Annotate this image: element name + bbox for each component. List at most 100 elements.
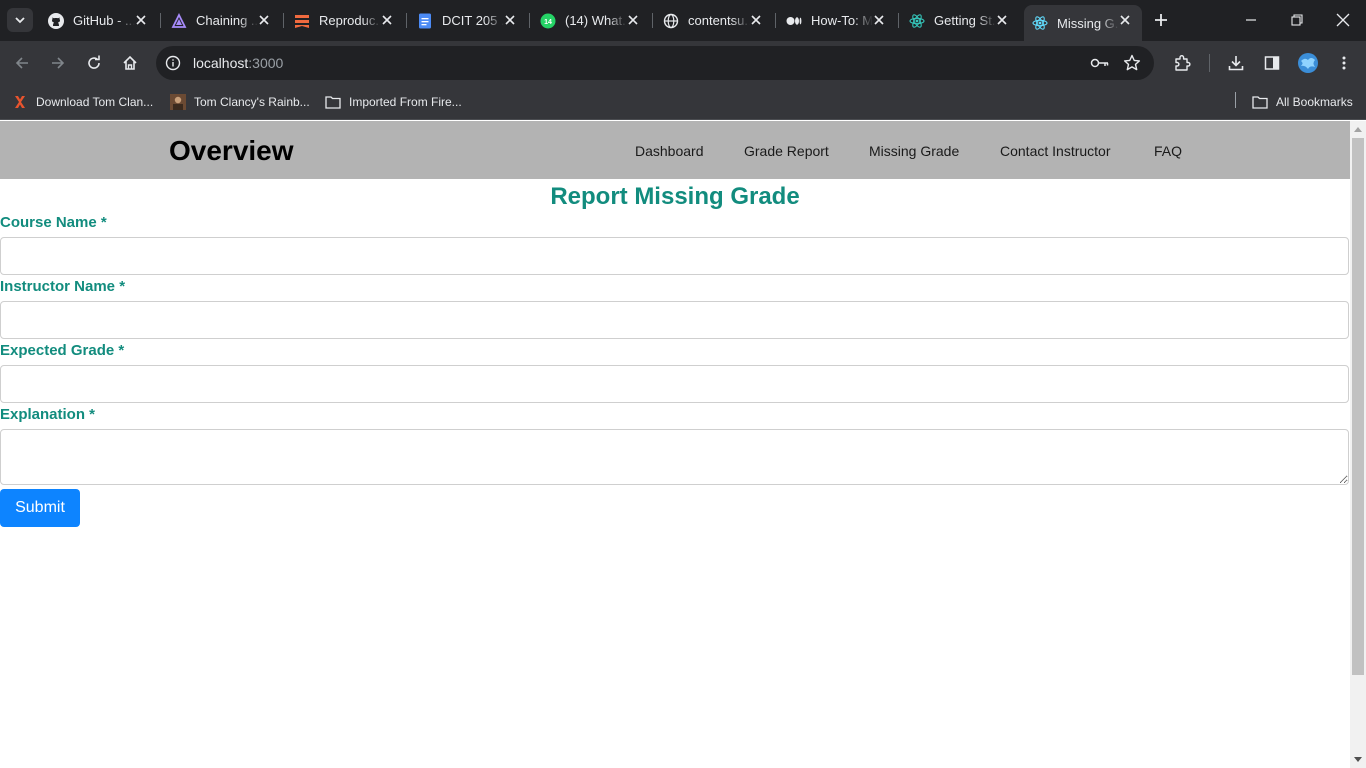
tab-whatsapp[interactable]: 14 (14) What...	[532, 5, 650, 36]
course-name-input[interactable]	[0, 237, 1349, 275]
restore-button[interactable]	[1274, 0, 1320, 40]
window-close-button[interactable]	[1320, 0, 1366, 40]
whatsapp-icon: 14	[540, 13, 556, 29]
site-navbar: Overview Dashboard Grade Report Missing …	[0, 121, 1350, 179]
stack-icon	[294, 13, 310, 29]
tab-github[interactable]: GitHub - ...	[40, 5, 158, 36]
tab-separator	[775, 13, 776, 28]
folder-icon	[1252, 94, 1268, 110]
scroll-thumb[interactable]	[1352, 138, 1364, 675]
tab-title: (14) What...	[565, 13, 627, 28]
page-scrollbar[interactable]	[1350, 121, 1366, 768]
tab-separator	[406, 13, 407, 28]
expected-grade-input[interactable]	[0, 365, 1349, 403]
address-bar[interactable]: localhost:3000	[156, 46, 1154, 80]
bookmarks-separator	[1235, 92, 1236, 108]
page-viewport: Overview Dashboard Grade Report Missing …	[0, 121, 1350, 768]
x-logo-icon	[12, 94, 28, 110]
browser-toolbar: localhost:3000	[0, 41, 1366, 85]
tab-search-button[interactable]	[7, 8, 33, 32]
close-icon[interactable]	[872, 13, 886, 27]
home-icon	[123, 55, 137, 70]
site-brand[interactable]: Overview	[169, 135, 294, 167]
folder-icon	[325, 94, 341, 110]
tab-title: Getting St...	[934, 13, 996, 28]
plus-icon	[1155, 14, 1167, 26]
instructor-name-input[interactable]	[0, 301, 1349, 339]
close-icon[interactable]	[380, 13, 394, 27]
menu-button[interactable]	[1330, 49, 1358, 77]
bookmark-star-icon[interactable]	[1123, 54, 1141, 72]
instructor-name-label: Instructor Name *	[0, 278, 126, 295]
forward-button[interactable]	[44, 49, 72, 77]
nav-contact-instructor[interactable]: Contact Instructor	[1000, 143, 1111, 159]
bookmark-imported-from-firefox[interactable]: Imported From Fire...	[325, 92, 462, 112]
close-icon[interactable]	[134, 13, 148, 27]
tab-separator	[529, 13, 530, 28]
password-key-icon[interactable]	[1090, 54, 1110, 72]
all-bookmarks-label: All Bookmarks	[1276, 95, 1353, 109]
form-title: Report Missing Grade	[550, 183, 800, 210]
docs-icon	[417, 13, 433, 29]
tab-title: GitHub - ...	[73, 13, 135, 28]
close-icon[interactable]	[995, 13, 1009, 27]
tab-medium[interactable]: How-To: M...	[778, 5, 896, 36]
submit-button[interactable]: Submit	[0, 489, 80, 527]
tab-getting-started[interactable]: Getting St...	[901, 5, 1019, 36]
nav-missing-grade[interactable]: Missing Grade	[869, 143, 959, 159]
minimize-icon	[1246, 19, 1256, 21]
reload-icon	[88, 55, 100, 69]
explanation-textarea[interactable]	[0, 429, 1349, 485]
medium-icon	[786, 13, 802, 29]
new-tab-button[interactable]	[1149, 8, 1173, 32]
scroll-down-arrow-icon[interactable]	[1354, 757, 1362, 762]
tab-title: DCIT 205 ...	[442, 13, 504, 28]
restore-icon	[1291, 14, 1303, 26]
tab-missing-grade[interactable]: Missing G...	[1024, 5, 1142, 41]
side-panel-button[interactable]	[1258, 49, 1286, 77]
tab-reproduc[interactable]: Reproduc...	[286, 5, 404, 36]
nav-dashboard[interactable]: Dashboard	[635, 143, 704, 159]
bookmark-download-tom-clancy[interactable]: Download Tom Clan...	[12, 92, 153, 112]
close-icon[interactable]	[626, 13, 640, 27]
close-icon	[1336, 13, 1350, 27]
close-icon[interactable]	[1118, 13, 1132, 27]
profile-avatar-icon	[1298, 53, 1318, 73]
all-bookmarks-button[interactable]: All Bookmarks	[1252, 92, 1353, 112]
url-port: :3000	[248, 55, 284, 71]
downloads-button[interactable]	[1222, 49, 1250, 77]
nav-grade-report[interactable]: Grade Report	[744, 143, 829, 159]
tab-title: contentsu...	[688, 13, 750, 28]
bookmark-rainbow[interactable]: Tom Clancy's Rainb...	[170, 92, 310, 112]
tab-title: Reproduc...	[319, 13, 381, 28]
close-icon[interactable]	[503, 13, 517, 27]
url-host: localhost	[193, 55, 249, 71]
tab-separator	[160, 13, 161, 28]
forward-arrow-icon	[52, 57, 65, 69]
home-button[interactable]	[116, 49, 144, 77]
tab-separator	[652, 13, 653, 28]
tab-chaining[interactable]: Chaining ...	[163, 5, 281, 36]
bookmark-label: Download Tom Clan...	[36, 95, 154, 109]
game-thumbnail-icon	[170, 94, 186, 110]
nav-faq[interactable]: FAQ	[1154, 143, 1182, 159]
close-icon[interactable]	[749, 13, 763, 27]
back-button[interactable]	[8, 49, 36, 77]
reload-button[interactable]	[80, 49, 108, 77]
close-icon[interactable]	[257, 13, 271, 27]
profile-button[interactable]	[1294, 49, 1322, 77]
tab-contentsu[interactable]: contentsu...	[655, 5, 773, 36]
site-info-icon[interactable]	[164, 54, 182, 72]
globe-icon	[663, 13, 679, 29]
minimize-button[interactable]	[1228, 0, 1274, 40]
github-icon	[48, 12, 64, 29]
kebab-menu-icon	[1342, 56, 1346, 70]
chevron-down-icon	[15, 17, 25, 24]
react-icon	[909, 13, 925, 29]
tab-title: How-To: M...	[811, 13, 873, 28]
tab-dcit[interactable]: DCIT 205 ...	[409, 5, 527, 36]
scroll-up-arrow-icon[interactable]	[1354, 127, 1362, 132]
tab-separator	[283, 13, 284, 28]
extensions-button[interactable]	[1168, 49, 1196, 77]
expected-grade-label: Expected Grade *	[0, 342, 125, 359]
